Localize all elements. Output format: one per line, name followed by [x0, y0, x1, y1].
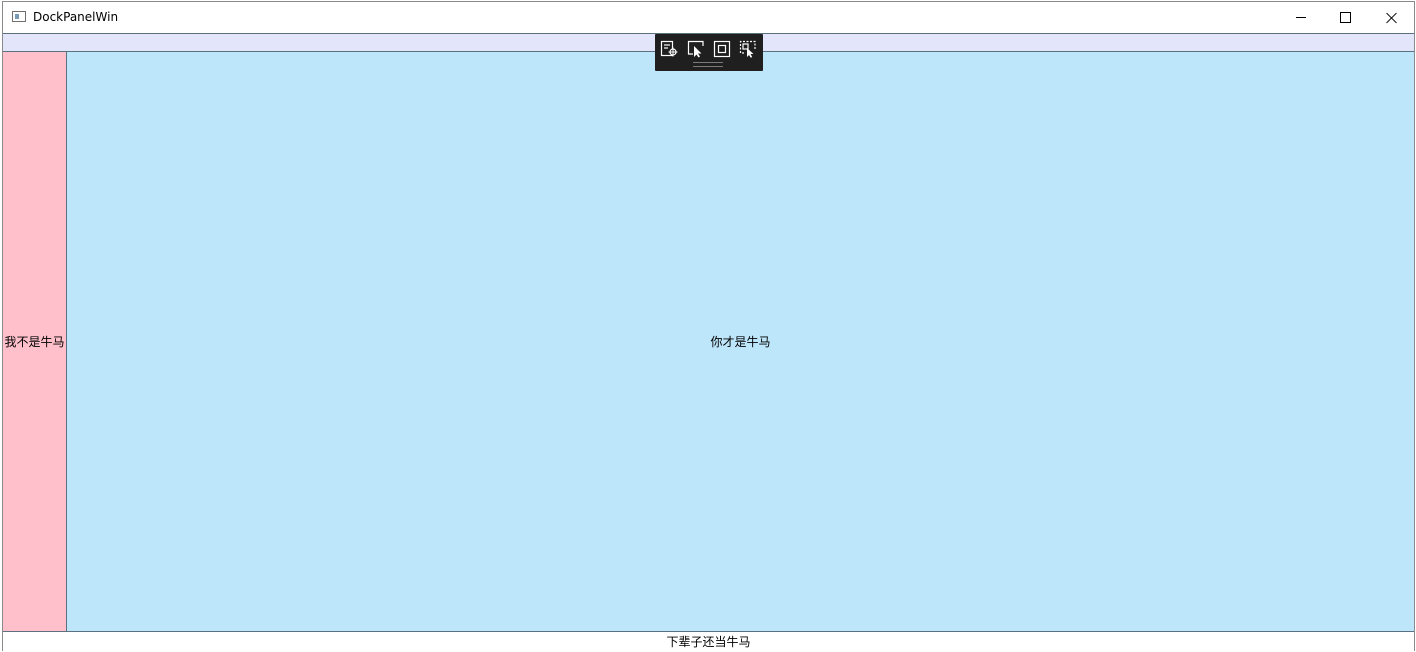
toolbar-drag-handle[interactable]	[693, 62, 723, 67]
select-element-icon	[687, 40, 704, 58]
bottom-dock-panel: 下辈子还当牛马	[3, 631, 1414, 651]
minimize-icon	[1295, 17, 1306, 18]
fill-panel: 你才是牛马	[67, 52, 1414, 631]
track-focused-element-icon	[739, 40, 756, 58]
title-bar[interactable]: DockPanelWin	[3, 2, 1414, 33]
display-layout-adorners-icon	[713, 40, 731, 58]
window-title: DockPanelWin	[33, 10, 119, 24]
select-element-button[interactable]	[686, 40, 706, 58]
app-window: DockPanelWin 我不是牛马 你才是牛马 下辈子还当牛马	[2, 1, 1415, 651]
bottom-dock-text: 下辈子还当牛马	[666, 635, 751, 649]
close-button[interactable]	[1369, 2, 1414, 33]
live-visual-tree-button[interactable]	[659, 40, 679, 58]
minimize-button[interactable]	[1278, 2, 1323, 33]
maximize-icon	[1340, 12, 1351, 23]
left-dock-panel: 我不是牛马	[3, 52, 67, 631]
track-focused-element-button[interactable]	[738, 40, 758, 58]
close-icon	[1386, 12, 1398, 24]
maximize-button[interactable]	[1323, 2, 1368, 33]
left-dock-text: 我不是牛马	[4, 335, 65, 349]
display-layout-adorners-button[interactable]	[712, 40, 732, 58]
xaml-debug-toolbar[interactable]	[655, 34, 763, 71]
window-app-icon[interactable]	[12, 11, 26, 22]
fill-panel-text: 你才是牛马	[710, 335, 771, 349]
live-visual-tree-icon	[660, 40, 678, 57]
